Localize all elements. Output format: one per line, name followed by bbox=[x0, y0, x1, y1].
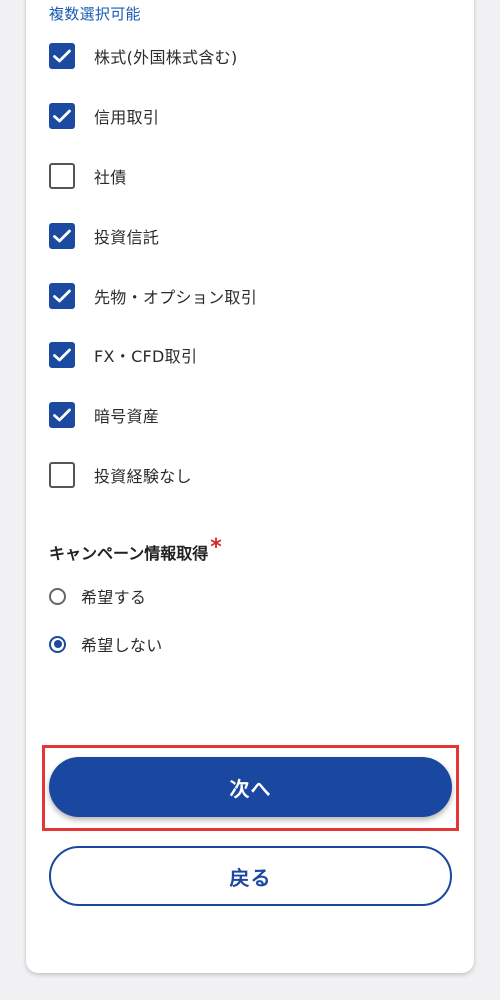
multi-select-hint: 複数選択可能 bbox=[49, 5, 141, 23]
checkbox-fx-cfd[interactable]: FX・CFD取引 bbox=[49, 341, 197, 369]
radio-campaign-no[interactable]: 希望しない bbox=[49, 633, 163, 655]
radio-circle[interactable] bbox=[49, 587, 66, 605]
checkbox-box[interactable] bbox=[49, 43, 75, 69]
checkbox-label: 信用取引 bbox=[94, 108, 160, 127]
required-mark: * bbox=[210, 535, 222, 560]
radio-label: 希望しない bbox=[81, 636, 163, 655]
checkmark-icon bbox=[53, 49, 71, 63]
campaign-section-title: キャンペーン情報取得 * bbox=[49, 535, 222, 564]
radio-circle[interactable] bbox=[49, 635, 66, 653]
checkmark-icon bbox=[53, 109, 71, 123]
checkmark-icon bbox=[53, 408, 71, 422]
checkbox-crypto-assets[interactable]: 暗号資産 bbox=[49, 401, 159, 429]
checkmark-icon bbox=[53, 229, 71, 243]
checkbox-box[interactable] bbox=[49, 342, 75, 368]
checkbox-box[interactable] bbox=[49, 103, 75, 129]
checkbox-box[interactable] bbox=[49, 462, 75, 488]
campaign-title-text: キャンペーン情報取得 bbox=[49, 544, 209, 563]
checkbox-box[interactable] bbox=[49, 223, 75, 249]
checkmark-icon bbox=[53, 289, 71, 303]
checkbox-label: 投資経験なし bbox=[94, 467, 192, 486]
checkbox-futures-options[interactable]: 先物・オプション取引 bbox=[49, 282, 257, 310]
checkbox-margin-trading[interactable]: 信用取引 bbox=[49, 102, 159, 130]
checkbox-bonds[interactable]: 社債 bbox=[49, 162, 127, 190]
radio-selected-dot bbox=[53, 640, 62, 648]
highlight-box bbox=[42, 745, 459, 831]
checkbox-label: 先物・オプション取引 bbox=[94, 288, 258, 307]
checkbox-investment-trusts[interactable]: 投資信託 bbox=[49, 222, 159, 250]
radio-label: 希望する bbox=[81, 588, 147, 607]
checkbox-label: 社債 bbox=[94, 168, 127, 187]
radio-campaign-yes[interactable]: 希望する bbox=[49, 585, 146, 607]
checkbox-label: 暗号資産 bbox=[94, 407, 160, 426]
checkbox-box[interactable] bbox=[49, 283, 75, 309]
checkbox-no-experience[interactable]: 投資経験なし bbox=[49, 461, 192, 489]
back-button[interactable]: 戻る bbox=[49, 846, 452, 906]
checkbox-stocks[interactable]: 株式(外国株式含む) bbox=[49, 42, 238, 70]
checkbox-label: 株式(外国株式含む) bbox=[94, 48, 238, 67]
checkbox-box[interactable] bbox=[49, 402, 75, 428]
checkbox-label: 投資信託 bbox=[94, 228, 160, 247]
checkbox-box[interactable] bbox=[49, 163, 75, 189]
checkbox-label: FX・CFD取引 bbox=[94, 347, 198, 366]
checkmark-icon bbox=[53, 348, 71, 362]
